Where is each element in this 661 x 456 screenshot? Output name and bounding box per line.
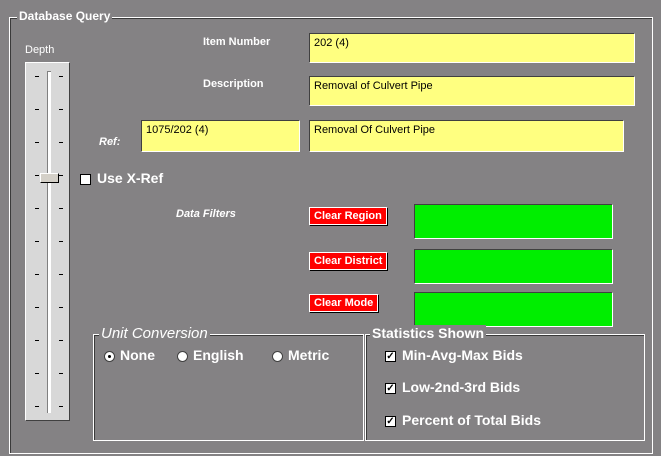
clear-mode-button[interactable]: Clear Mode — [309, 294, 379, 312]
database-query-dialog: Database Query Depth Item Number 202 (4)… — [0, 0, 661, 456]
depth-slider-tick — [59, 373, 63, 374]
use-xref-label: Use X-Ref — [97, 170, 164, 186]
depth-slider-tick — [59, 175, 63, 176]
depth-slider-tick — [35, 109, 39, 110]
data-filters-label: Data Filters — [176, 208, 236, 220]
depth-slider-tick — [59, 241, 63, 242]
ref-code-field[interactable]: 1075/202 (4) — [141, 120, 300, 152]
min-avg-max-label: Min-Avg-Max Bids — [402, 347, 523, 363]
description-label: Description — [203, 78, 264, 90]
unit-none-radio[interactable] — [104, 351, 115, 362]
mode-filter-box[interactable] — [414, 292, 613, 327]
district-filter-box[interactable] — [414, 249, 613, 284]
depth-slider-tick — [35, 142, 39, 143]
depth-slider-tick — [59, 340, 63, 341]
depth-slider-tick — [35, 307, 39, 308]
item-number-label: Item Number — [203, 36, 271, 48]
unit-english-radio[interactable] — [177, 351, 188, 362]
depth-slider-tick — [35, 340, 39, 341]
unit-metric-label: Metric — [288, 347, 330, 363]
depth-slider-tick — [59, 274, 63, 275]
region-filter-box[interactable] — [414, 204, 613, 239]
depth-slider-tick — [35, 241, 39, 242]
depth-slider-tick — [35, 175, 39, 176]
ref-label: Ref: — [99, 136, 121, 148]
statistics-shown-legend: Statistics Shown — [370, 325, 487, 341]
depth-slider[interactable] — [25, 62, 70, 421]
unit-english-label: English — [193, 347, 244, 363]
percent-total-checkbox[interactable]: ✓ — [385, 416, 396, 427]
unit-metric-radio[interactable] — [272, 351, 283, 362]
depth-slider-tick — [35, 373, 39, 374]
depth-slider-tick — [59, 109, 63, 110]
ref-description-field[interactable]: Removal Of Culvert Pipe — [309, 120, 624, 152]
low-2nd-3rd-checkbox[interactable]: ✓ — [385, 383, 396, 394]
depth-slider-tick — [35, 76, 39, 77]
item-number-field[interactable]: 202 (4) — [309, 33, 635, 63]
description-field[interactable]: Removal of Culvert Pipe — [309, 76, 635, 106]
depth-slider-tick — [35, 406, 39, 407]
unit-none-label: None — [120, 347, 155, 363]
clear-region-button[interactable]: Clear Region — [309, 207, 387, 225]
depth-slider-thumb[interactable] — [40, 173, 59, 183]
depth-slider-tick — [59, 208, 63, 209]
depth-slider-tick — [59, 307, 63, 308]
depth-label: Depth — [25, 44, 55, 56]
percent-total-label: Percent of Total Bids — [402, 412, 541, 428]
use-xref-checkbox[interactable] — [80, 174, 91, 185]
depth-slider-tick — [59, 406, 63, 407]
depth-slider-track — [47, 71, 51, 413]
depth-slider-tick — [59, 76, 63, 77]
depth-slider-tick — [59, 142, 63, 143]
low-2nd-3rd-label: Low-2nd-3rd Bids — [402, 379, 521, 395]
min-avg-max-checkbox[interactable]: ✓ — [385, 351, 396, 362]
depth-slider-tick — [35, 274, 39, 275]
unit-conversion-legend: Unit Conversion — [99, 325, 210, 342]
database-query-legend: Database Query — [17, 9, 113, 23]
depth-slider-tick — [35, 208, 39, 209]
clear-district-button[interactable]: Clear District — [309, 252, 388, 270]
